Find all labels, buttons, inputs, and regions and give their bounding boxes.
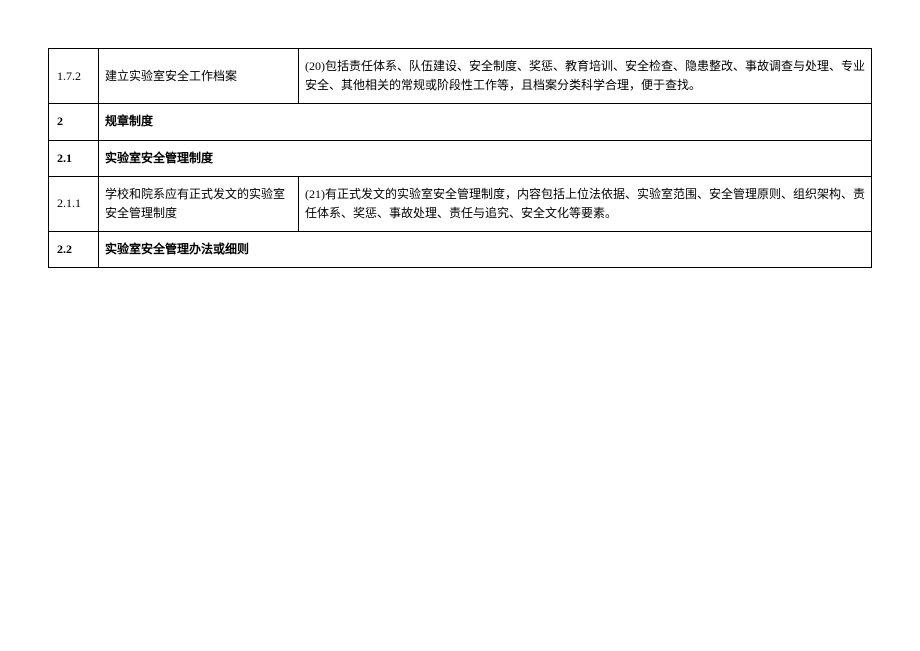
row-title: 建立实验室安全工作档案: [99, 49, 299, 104]
table-row: 1.7.2建立实验室安全工作档案(20)包括责任体系、队伍建设、安全制度、奖惩、…: [49, 49, 872, 104]
safety-table: 1.7.2建立实验室安全工作档案(20)包括责任体系、队伍建设、安全制度、奖惩、…: [48, 48, 872, 268]
table-row: 2.1.1学校和院系应有正式发文的实验室安全管理制度(21)有正式发文的实验室安…: [49, 176, 872, 231]
table-row: 2规章制度: [49, 104, 872, 140]
table-row: 2.1实验室安全管理制度: [49, 140, 872, 176]
row-title: 实验室安全管理办法或细则: [99, 232, 872, 268]
document-page: 1.7.2建立实验室安全工作档案(20)包括责任体系、队伍建设、安全制度、奖惩、…: [0, 0, 920, 651]
row-id: 2: [49, 104, 99, 140]
row-title: 学校和院系应有正式发文的实验室安全管理制度: [99, 176, 299, 231]
table-row: 2.2实验室安全管理办法或细则: [49, 232, 872, 268]
row-title: 实验室安全管理制度: [99, 140, 872, 176]
row-desc: (20)包括责任体系、队伍建设、安全制度、奖惩、教育培训、安全检查、隐患整改、事…: [299, 49, 872, 104]
row-desc: (21)有正式发文的实验室安全管理制度，内容包括上位法依据、实验室范围、安全管理…: [299, 176, 872, 231]
row-id: 2.1.1: [49, 176, 99, 231]
row-title: 规章制度: [99, 104, 872, 140]
row-id: 2.2: [49, 232, 99, 268]
row-id: 1.7.2: [49, 49, 99, 104]
row-id: 2.1: [49, 140, 99, 176]
